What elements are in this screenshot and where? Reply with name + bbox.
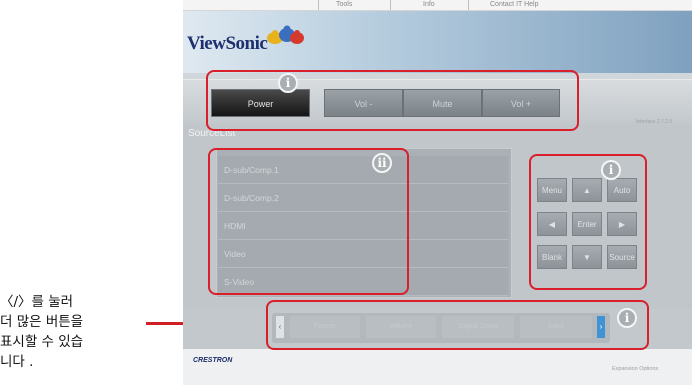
info-badge-i: i: [278, 73, 298, 93]
nav-info-link[interactable]: Info: [423, 0, 435, 10]
nav-separator: [468, 0, 469, 10]
interface-version: Interface 2.7.2.5: [636, 119, 673, 125]
info-badge-ii: ii: [372, 153, 392, 173]
nav-separator: [318, 0, 319, 10]
caption-line-1: 〈/〉를 눌러: [0, 294, 74, 310]
caption: 〈/〉를 눌러 더 많은 버튼을 표시할 수 있습 니다 .: [0, 292, 150, 372]
nav-contact-link[interactable]: Contact IT Help: [490, 0, 539, 10]
info-badge-i: i: [617, 308, 637, 328]
info-badge-i: i: [601, 160, 621, 180]
caption-line-3: 표시할 수 있습: [0, 334, 84, 350]
caption-line-4: 니다 .: [0, 354, 34, 370]
annotation-box-controls: [529, 154, 647, 290]
viewsonic-logo: ViewSonic: [187, 33, 268, 54]
annotation-box-scroller: [266, 300, 649, 350]
top-nav: Tools Info Contact IT Help: [183, 0, 692, 11]
crestron-logo: CRESTRON: [193, 357, 233, 364]
nav-separator: [390, 0, 391, 10]
viewsonic-birds-icon: [267, 25, 304, 44]
caption-line-2: 더 많은 버튼을: [0, 314, 84, 330]
expansion-options-link[interactable]: Expansion Options: [612, 366, 658, 372]
annotation-box-power: [206, 70, 579, 131]
nav-tools-link[interactable]: Tools: [336, 0, 352, 10]
